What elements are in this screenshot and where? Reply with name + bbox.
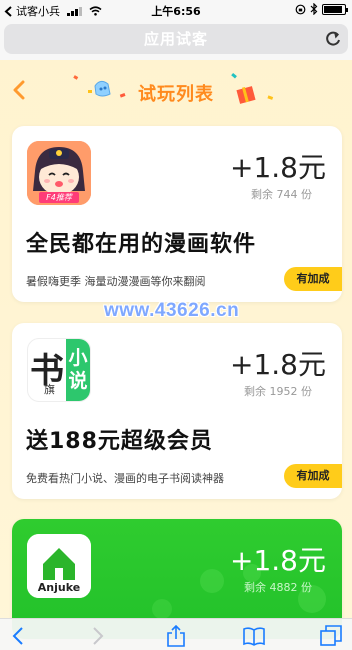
gift-decoration (231, 72, 274, 104)
bluetooth-icon (310, 3, 318, 15)
app-icon-anjuke: Anjuke (27, 534, 91, 598)
address-area: 应用试客 (0, 20, 352, 60)
icon-char-novel: 小说 (68, 347, 88, 392)
back-icon[interactable] (8, 625, 30, 647)
orientation-lock-icon (295, 4, 306, 14)
task-card-1[interactable]: F4推荐 +1.8元 剩余 744 份 全民都在用的漫画软件 暑假嗨更季 海量动… (12, 126, 342, 302)
icon-text-anjuke: Anjuke (37, 581, 81, 594)
battery-icon (322, 3, 348, 15)
app-icon-comic: F4推荐 (27, 141, 91, 205)
browser-toolbar (0, 618, 352, 650)
bonus-tag: 有加成 (284, 464, 342, 488)
task-card-2[interactable]: 书 小说 旗 +1.8元 剩余 1952 份 送188元超级会员 免费看热门小说… (12, 323, 342, 499)
reward-amount: +1.8元 (230, 151, 326, 184)
forward-icon[interactable] (86, 625, 108, 647)
page-title: 试玩列表 (138, 84, 214, 105)
share-icon[interactable] (165, 625, 187, 647)
remaining-count: 剩余 744 份 (251, 188, 312, 201)
address-bar[interactable]: 应用试客 (4, 24, 348, 54)
app-icon-novel: 书 小说 旗 (27, 338, 91, 402)
remaining-count: 剩余 4882 份 (244, 581, 312, 594)
reward-amount: +1.8元 (230, 348, 326, 381)
address-title: 应用试客 (143, 30, 208, 48)
tabs-icon[interactable] (320, 625, 342, 647)
task-title: 送188元超级会员 (26, 429, 213, 454)
reward-amount: +1.8元 (230, 544, 326, 577)
bonus-tag: 有加成 (284, 267, 342, 291)
remaining-count: 剩余 1952 份 (244, 385, 312, 398)
icon-char-flag: 旗 (44, 383, 55, 396)
status-bar: 试客小兵 上午6:56 (0, 0, 352, 20)
bookmarks-icon[interactable] (243, 625, 265, 647)
watermark: www.43626.cn (104, 300, 240, 321)
task-description: 免费看热门小说、漫画的电子书阅读神器 (26, 472, 224, 485)
status-right (295, 3, 348, 15)
reload-icon[interactable] (324, 30, 342, 48)
task-title: 全民都在用的漫画软件 (26, 232, 257, 257)
icon-badge: F4推荐 (39, 192, 79, 203)
page-header: 试玩列表 (0, 60, 352, 116)
task-description: 暑假嗨更季 海量动漫漫画等你来翻阅 (26, 275, 206, 288)
